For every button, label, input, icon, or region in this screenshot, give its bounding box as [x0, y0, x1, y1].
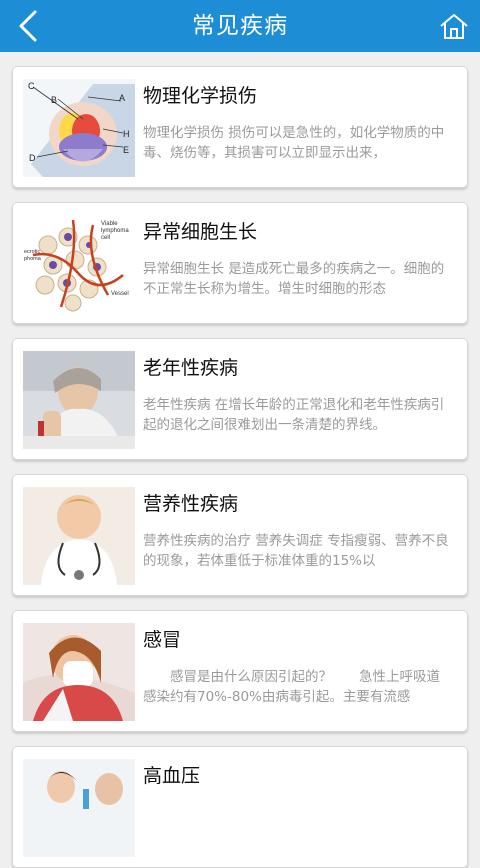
- top-bar: 常见疾病: [0, 0, 480, 52]
- thumbnail-image: [23, 487, 135, 585]
- thumbnail-image: Viable lymphoma cell ecrotic phoma Vesse…: [23, 215, 135, 313]
- svg-text:D: D: [29, 153, 36, 163]
- thumbnail-image: [23, 759, 135, 857]
- svg-text:lymphoma: lymphoma: [101, 228, 129, 234]
- svg-text:Vessel: Vessel: [111, 291, 129, 297]
- list-item[interactable]: C B A H E D 物理化学损伤 物理化学损伤 损伤可以是急性的，如化学物质…: [12, 66, 468, 188]
- list-item[interactable]: 高血压: [12, 746, 468, 868]
- list-item[interactable]: 感冒 感冒是由什么原因引起的？ 急性上呼吸道感染约有70%-80%由病毒引起。主…: [12, 610, 468, 732]
- thumbnail-image: C B A H E D: [23, 79, 135, 177]
- item-description: 营养性疾病的治疗 营养失调症 专指瘦弱、营养不良的现象，若体重低于标准体重的15…: [143, 533, 449, 569]
- item-title: 高血压: [143, 765, 201, 787]
- svg-text:C: C: [28, 81, 35, 91]
- list-item[interactable]: Viable lymphoma cell ecrotic phoma Vesse…: [12, 202, 468, 324]
- svg-text:H: H: [123, 129, 130, 139]
- svg-text:Viable: Viable: [101, 221, 118, 227]
- item-description: 异常细胞生长 是造成死亡最多的疾病之一。细胞的不正常生长称为增生。增生时细胞的形…: [143, 261, 445, 297]
- item-title: 老年性疾病: [143, 357, 239, 379]
- home-icon[interactable]: [436, 8, 472, 44]
- item-description: 物理化学损伤 损伤可以是急性的，如化学物质的中毒、烧伤等，其损害可以立即显示出来…: [143, 125, 445, 161]
- item-description: 感冒是由什么原因引起的？ 急性上呼吸道感染约有70%-80%由病毒引起。主要有流…: [143, 669, 440, 705]
- item-title: 感冒: [143, 629, 182, 651]
- svg-text:phoma: phoma: [24, 256, 42, 262]
- svg-text:B: B: [51, 95, 57, 105]
- item-title: 异常细胞生长: [143, 221, 258, 243]
- svg-text:ecrotic: ecrotic: [24, 249, 40, 255]
- item-description: 老年性疾病 在增长年龄的正常退化和老年性疾病引起的退化之间很难划出一条清楚的界线…: [143, 397, 445, 433]
- item-title: 营养性疾病: [143, 493, 239, 515]
- item-title: 物理化学损伤: [143, 85, 258, 107]
- list-item[interactable]: 老年性疾病 老年性疾病 在增长年龄的正常退化和老年性疾病引起的退化之间很难划出一…: [12, 338, 468, 460]
- list-item[interactable]: 营养性疾病 营养性疾病的治疗 营养失调症 专指瘦弱、营养不良的现象，若体重低于标…: [12, 474, 468, 596]
- thumbnail-image: [23, 623, 135, 721]
- thumbnail-image: [23, 351, 135, 449]
- svg-text:E: E: [123, 145, 129, 155]
- page-title: 常见疾病: [192, 13, 288, 39]
- svg-text:cell: cell: [101, 235, 110, 241]
- svg-text:A: A: [119, 93, 125, 103]
- item-description: [143, 803, 449, 843]
